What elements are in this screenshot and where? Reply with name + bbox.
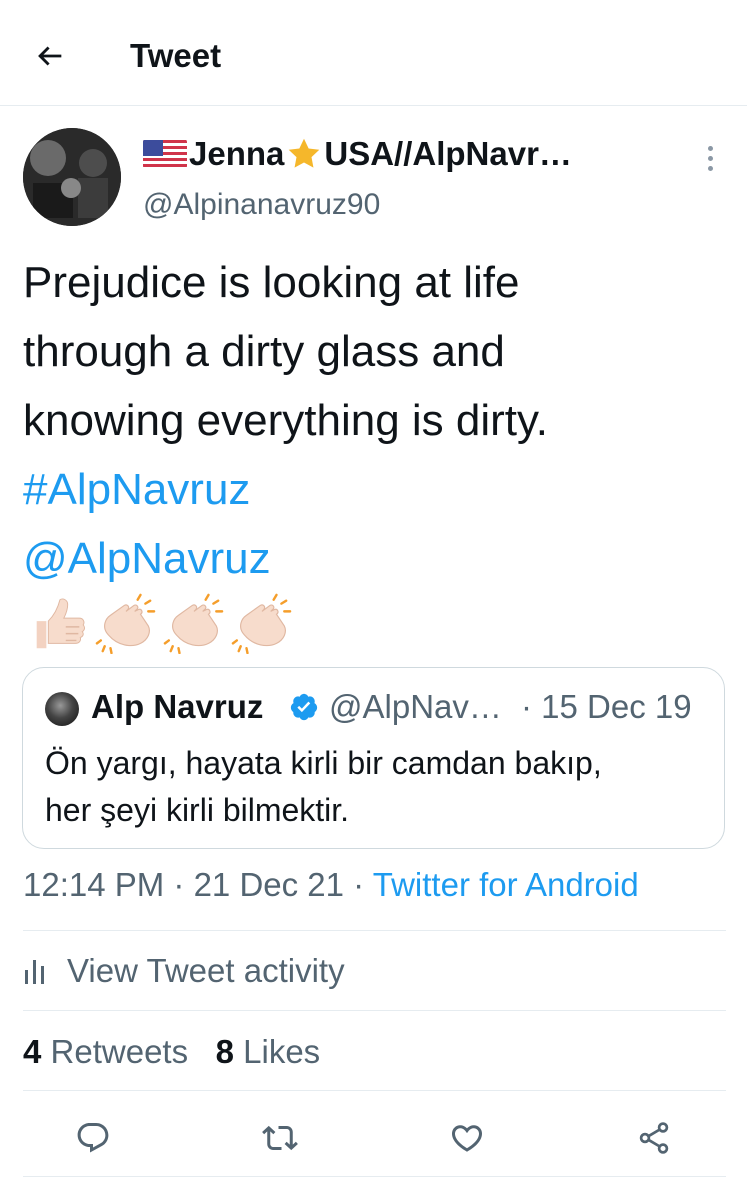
quoted-tweet-date: · 15 Dec 19 xyxy=(521,688,692,725)
quoted-author-avatar xyxy=(45,692,79,726)
clapping-hands-icon xyxy=(163,592,225,654)
tweet-text: Prejudice is looking at life through a d… xyxy=(23,248,723,593)
display-name-prefix: Jenna xyxy=(189,135,285,172)
retweets-count: 4 xyxy=(23,1033,42,1070)
divider xyxy=(23,930,726,931)
thumbs-up-icon xyxy=(27,592,89,654)
verified-badge-icon xyxy=(290,693,318,721)
tweet-date: 21 Dec 21 xyxy=(193,866,345,903)
view-tweet-activity-button[interactable]: View Tweet activity xyxy=(23,948,345,994)
quoted-author-name: Alp Navruz xyxy=(91,688,264,725)
dot-icon xyxy=(707,155,713,161)
divider xyxy=(23,1176,726,1177)
reply-icon xyxy=(77,1123,109,1153)
more-options-button[interactable] xyxy=(696,140,724,176)
clapping-hands-icon xyxy=(95,592,157,654)
share-icon xyxy=(639,1122,669,1154)
hashtag-link[interactable]: #AlpNavruz xyxy=(23,455,723,524)
tweet-text-line: Prejudice is looking at life xyxy=(23,258,520,307)
clapping-hands-icon xyxy=(231,592,293,654)
separator: · xyxy=(164,866,194,903)
retweet-icon xyxy=(262,1125,298,1151)
likes-count: 8 xyxy=(215,1033,234,1070)
author-display-name[interactable]: Jenna USA//AlpNavr… xyxy=(143,134,572,174)
star-icon xyxy=(286,136,322,172)
dot-icon xyxy=(707,165,713,171)
dot-icon xyxy=(707,145,713,151)
us-flag-icon xyxy=(143,139,187,169)
likes-label: Likes xyxy=(243,1033,321,1070)
tweet-time: 12:14 PM xyxy=(23,866,165,903)
retweet-button[interactable] xyxy=(258,1116,302,1160)
tweet-source-link[interactable]: Twitter for Android xyxy=(373,866,639,903)
tweet-metadata: 12:14 PM · 21 Dec 21 · Twitter for Andro… xyxy=(23,864,639,906)
quoted-text-line: her şeyi kirli bilmektir. xyxy=(45,792,350,828)
bar-chart-icon xyxy=(25,960,44,984)
arrow-left-icon xyxy=(38,46,62,66)
view-tweet-activity-label: View Tweet activity xyxy=(67,952,345,989)
author-avatar[interactable] xyxy=(23,128,121,226)
author-handle[interactable]: @Alpinanavruz90 xyxy=(143,186,380,224)
share-button[interactable] xyxy=(632,1116,676,1160)
quoted-text-line: Ön yargı, hayata kirli bir camdan bakıp, xyxy=(45,745,602,781)
divider xyxy=(23,1090,726,1091)
mention-link[interactable]: @AlpNavruz xyxy=(23,524,723,593)
quoted-tweet-text: Ön yargı, hayata kirli bir camdan bakıp,… xyxy=(45,740,705,834)
like-button[interactable] xyxy=(445,1116,489,1160)
retweets-label: Retweets xyxy=(50,1033,189,1070)
emoji-row xyxy=(27,592,293,654)
quoted-author-handle: @AlpNav… xyxy=(329,688,502,725)
page-title: Tweet xyxy=(130,37,222,74)
display-name-suffix: USA//AlpNavr… xyxy=(324,135,572,172)
divider xyxy=(23,1010,726,1011)
heart-icon xyxy=(451,1125,483,1152)
quoted-tweet-card[interactable]: Alp Navruz @AlpNav… · 15 Dec 19 Ön yargı… xyxy=(22,667,725,849)
likes-stat[interactable]: 8 Likes xyxy=(216,1033,321,1070)
tweet-text-line: knowing everything is dirty. xyxy=(23,396,548,445)
back-button[interactable] xyxy=(30,36,70,76)
tweet-actions-bar xyxy=(0,1108,747,1164)
retweets-stat[interactable]: 4 Retweets xyxy=(23,1033,188,1070)
tweet-text-line: through a dirty glass and xyxy=(23,327,505,376)
top-bar: Tweet xyxy=(0,0,747,106)
separator: · xyxy=(344,866,373,903)
reply-button[interactable] xyxy=(71,1116,115,1160)
engagement-stats: 4 Retweets 8 Likes xyxy=(23,1030,320,1074)
